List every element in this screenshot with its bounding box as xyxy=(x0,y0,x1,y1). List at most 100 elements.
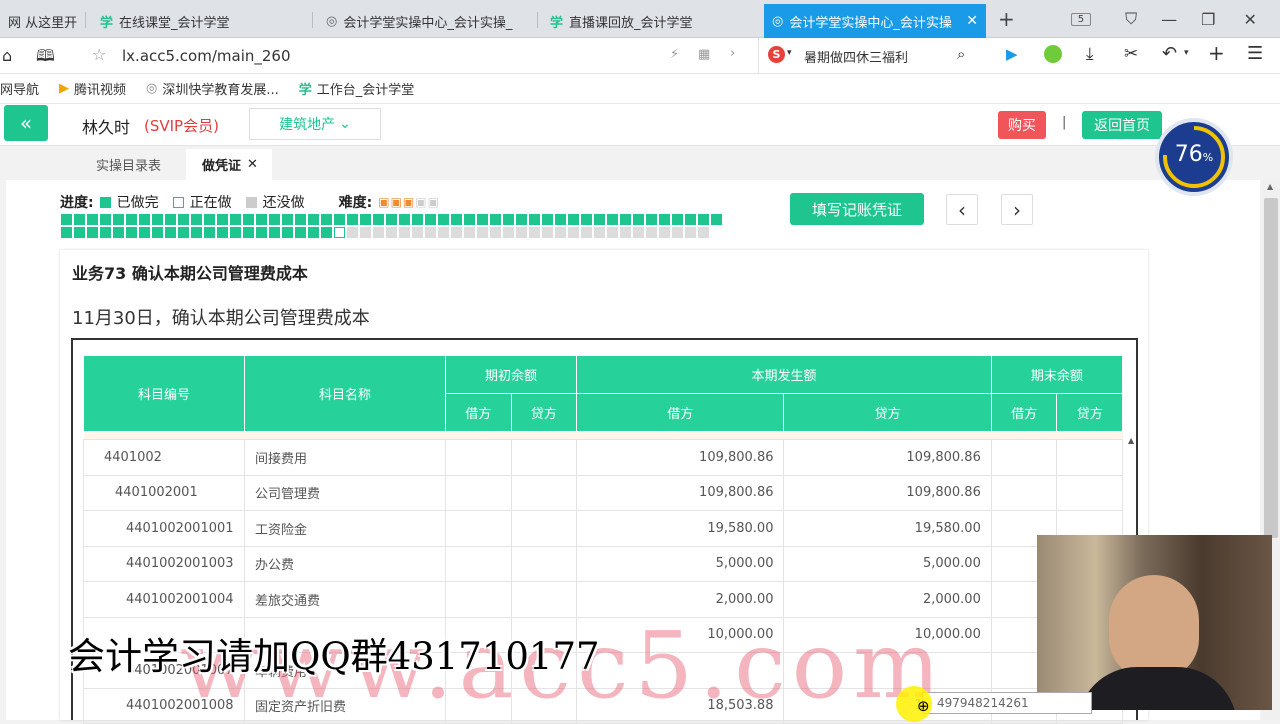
progress-cell[interactable] xyxy=(698,227,709,238)
browser-tab[interactable]: 网 从这里开 xyxy=(0,4,82,38)
progress-cell[interactable] xyxy=(451,214,462,225)
progress-cell[interactable] xyxy=(555,227,566,238)
star-icon[interactable]: ☆ xyxy=(92,45,106,64)
tab-voucher[interactable]: 做凭证 ✕ xyxy=(186,149,272,180)
progress-cell[interactable] xyxy=(542,227,553,238)
qr-icon[interactable]: ▦ xyxy=(698,47,710,62)
progress-cell[interactable] xyxy=(191,214,202,225)
progress-cell[interactable] xyxy=(230,227,241,238)
search-input[interactable]: 暑期做四休三福利 xyxy=(804,47,908,66)
play-icon[interactable]: ▶ xyxy=(1006,45,1018,63)
buy-button[interactable]: 购买 xyxy=(998,111,1046,139)
table-row[interactable]: 4401002001001 工资险金 19,580.00 19,580.00 xyxy=(83,510,1123,547)
progress-cell[interactable] xyxy=(607,214,618,225)
progress-cell[interactable] xyxy=(594,227,605,238)
progress-cell[interactable] xyxy=(490,214,501,225)
progress-cell[interactable] xyxy=(672,227,683,238)
progress-cell[interactable] xyxy=(620,214,631,225)
progress-cell[interactable] xyxy=(360,214,371,225)
new-tab-icon[interactable]: + xyxy=(998,7,1015,31)
progress-cell[interactable] xyxy=(256,214,267,225)
fill-voucher-button[interactable]: 填写记账凭证 xyxy=(790,193,924,225)
progress-cell[interactable] xyxy=(464,227,475,238)
next-button[interactable]: › xyxy=(1001,194,1033,225)
progress-cell[interactable] xyxy=(373,214,384,225)
scroll-up-icon[interactable]: ▲ xyxy=(1267,182,1273,191)
progress-cell[interactable] xyxy=(178,227,189,238)
progress-cell[interactable] xyxy=(126,214,137,225)
progress-cell[interactable] xyxy=(386,227,397,238)
progress-cell[interactable] xyxy=(295,227,306,238)
progress-cell[interactable] xyxy=(438,214,449,225)
progress-cell[interactable] xyxy=(74,227,85,238)
progress-cell[interactable] xyxy=(308,214,319,225)
progress-cell[interactable] xyxy=(425,214,436,225)
progress-cell[interactable] xyxy=(360,227,371,238)
progress-cell[interactable] xyxy=(178,214,189,225)
reader-icon[interactable]: 🕮 xyxy=(36,45,55,72)
progress-cell[interactable] xyxy=(503,227,514,238)
home-button[interactable]: 返回首页 xyxy=(1082,111,1162,139)
minimize-icon[interactable]: — xyxy=(1161,10,1177,29)
progress-cell[interactable] xyxy=(256,227,267,238)
tab-count-badge[interactable]: 5 xyxy=(1070,12,1092,26)
progress-cell[interactable] xyxy=(321,214,332,225)
progress-cell[interactable] xyxy=(373,227,384,238)
close-tab-icon[interactable]: ✕ xyxy=(966,13,978,29)
close-icon[interactable]: ✕ xyxy=(247,157,258,172)
progress-cell[interactable] xyxy=(568,227,579,238)
prev-button[interactable]: ‹ xyxy=(946,194,978,225)
progress-cell[interactable] xyxy=(243,214,254,225)
pin-icon[interactable]: ⛉ xyxy=(1125,9,1137,29)
progress-cell[interactable] xyxy=(269,214,280,225)
table-row[interactable]: 4401002001003 办公费 5,000.00 5,000.00 xyxy=(83,545,1123,582)
chevron-down-icon[interactable]: ▾ xyxy=(1184,48,1189,58)
chevron-right-icon[interactable]: › xyxy=(730,46,735,61)
progress-cell[interactable] xyxy=(399,214,410,225)
progress-cell[interactable] xyxy=(555,214,566,225)
progress-cell[interactable] xyxy=(477,214,488,225)
progress-cell[interactable] xyxy=(87,214,98,225)
bookmark-item[interactable]: 网导航 xyxy=(0,79,39,98)
close-window-icon[interactable]: ✕ xyxy=(1244,10,1257,29)
progress-cell[interactable] xyxy=(698,214,709,225)
progress-cell[interactable] xyxy=(61,214,72,225)
progress-cell[interactable] xyxy=(204,227,215,238)
progress-cell[interactable] xyxy=(412,227,423,238)
progress-cell[interactable] xyxy=(152,227,163,238)
table-row[interactable]: 4401002001 公司管理费 109,800.86 109,800.86 xyxy=(83,474,1123,511)
progress-cell[interactable] xyxy=(113,227,124,238)
progress-cell[interactable] xyxy=(633,214,644,225)
progress-cell[interactable] xyxy=(321,227,332,238)
progress-cell[interactable] xyxy=(464,214,475,225)
progress-cell[interactable] xyxy=(412,214,423,225)
progress-cell[interactable] xyxy=(503,214,514,225)
menu-icon[interactable]: ☰ xyxy=(1247,43,1263,64)
progress-cell[interactable] xyxy=(139,227,150,238)
progress-cell[interactable] xyxy=(165,214,176,225)
progress-cell[interactable] xyxy=(672,214,683,225)
progress-cell[interactable] xyxy=(646,214,657,225)
progress-cell[interactable] xyxy=(282,214,293,225)
collapse-button[interactable]: « xyxy=(4,105,48,141)
new-tab-plus-icon[interactable]: + xyxy=(1208,41,1225,65)
url-field[interactable]: lx.acc5.com/main_260 xyxy=(122,47,291,65)
progress-cell[interactable] xyxy=(516,227,527,238)
progress-cell[interactable] xyxy=(74,214,85,225)
progress-cell[interactable] xyxy=(126,227,137,238)
progress-cell[interactable] xyxy=(633,227,644,238)
progress-cell[interactable] xyxy=(477,227,488,238)
progress-cell[interactable] xyxy=(139,214,150,225)
progress-cell[interactable] xyxy=(620,227,631,238)
progress-cell[interactable] xyxy=(165,227,176,238)
bookmark-item[interactable]: ◎ 深圳快学教育发展... xyxy=(146,79,279,98)
progress-cell[interactable] xyxy=(113,214,124,225)
progress-cell[interactable] xyxy=(347,214,358,225)
bookmark-item[interactable]: 学工作台_会计学堂 xyxy=(299,79,415,98)
browser-tab-active[interactable]: ◎ 会计学堂实操中心_会计实操 ✕ xyxy=(764,4,986,38)
progress-cell[interactable] xyxy=(386,214,397,225)
progress-cell[interactable] xyxy=(230,214,241,225)
progress-cell[interactable] xyxy=(685,214,696,225)
progress-cell[interactable] xyxy=(529,214,540,225)
progress-cell[interactable] xyxy=(568,214,579,225)
